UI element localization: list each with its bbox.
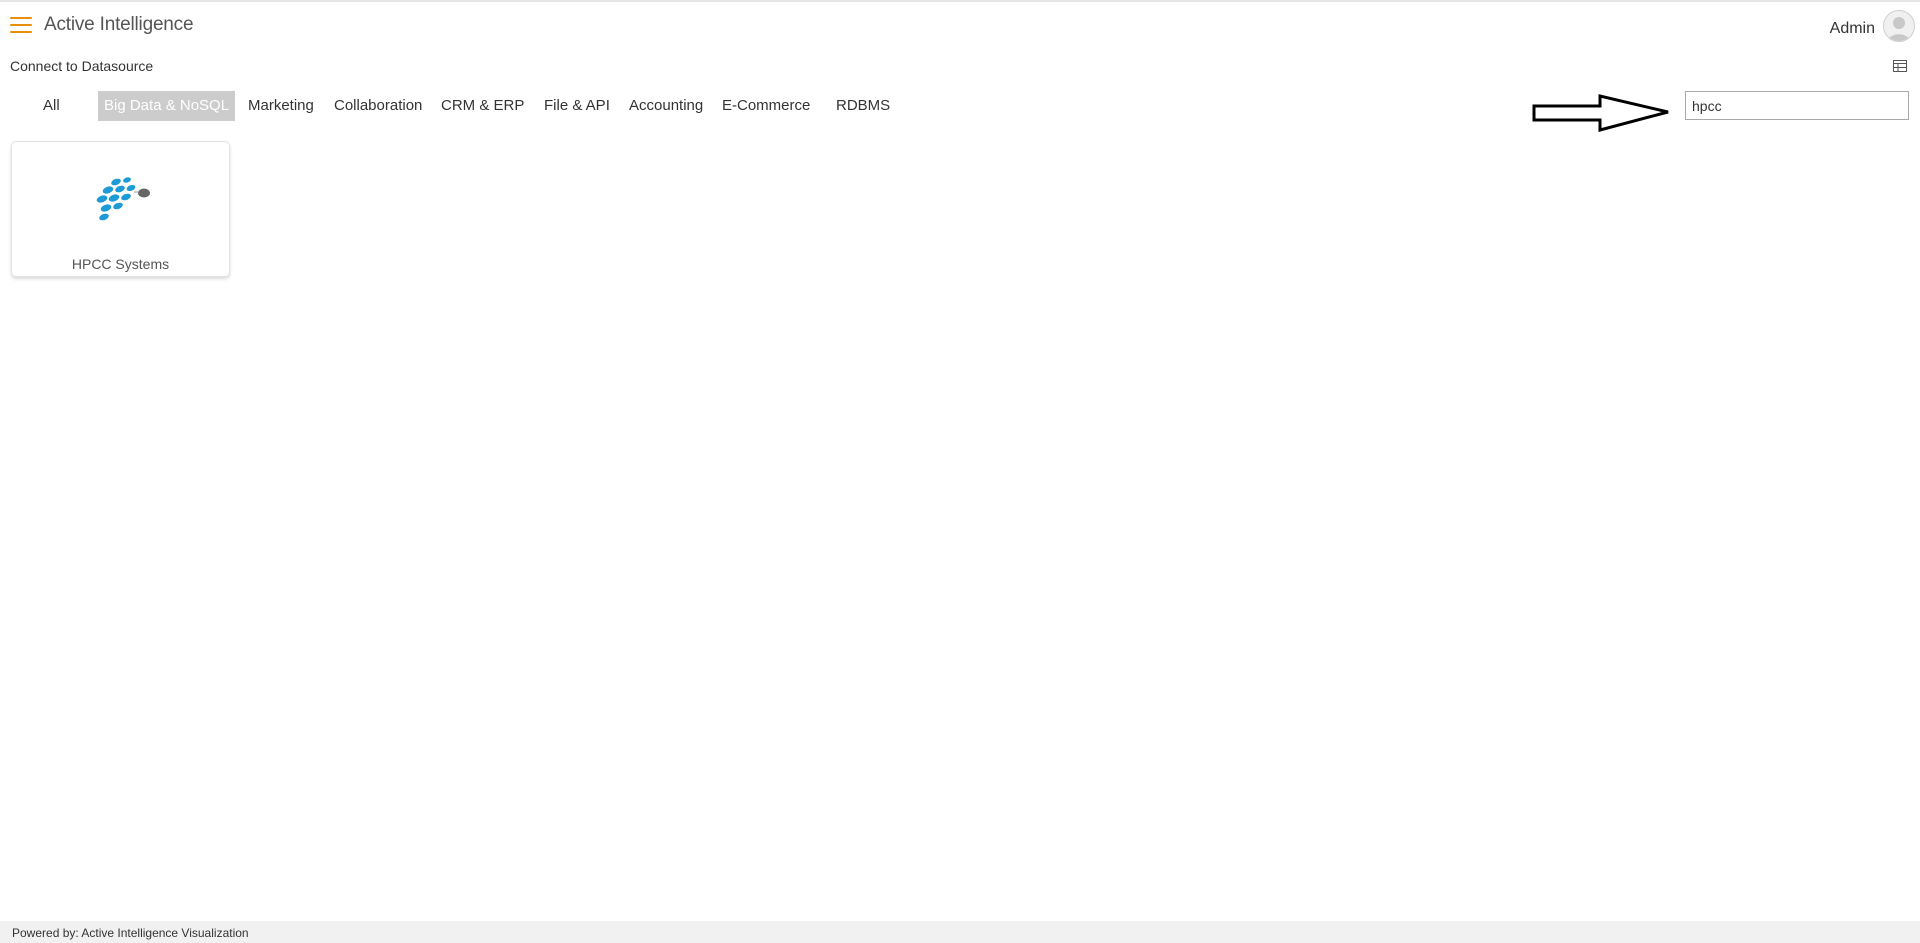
menu-icon-bar [10,31,32,33]
menu-icon-bar [10,17,32,19]
search-input[interactable] [1685,91,1909,120]
footer: Powered by: Active Intelligence Visualiz… [0,921,1920,943]
tab-e-commerce[interactable]: E-Commerce [716,91,816,121]
tab-marketing[interactable]: Marketing [242,91,320,121]
tab-big-data-nosql[interactable]: Big Data & NoSQL [98,91,236,121]
tab-rdbms[interactable]: RDBMS [830,91,896,121]
tab-all[interactable]: All [37,91,66,121]
tab-file-api[interactable]: File & API [538,91,616,121]
footer-text: Powered by: Active Intelligence Visualiz… [12,926,249,940]
menu-icon[interactable] [10,17,32,35]
datasource-card-label: HPCC Systems [71,256,170,272]
tab-crm-erp[interactable]: CRM & ERP [435,91,530,121]
tab-accounting[interactable]: Accounting [623,91,709,121]
page-title: Connect to Datasource [10,58,154,74]
datasource-card-hpcc-systems[interactable]: HPCC Systems [11,141,230,277]
tab-collaboration[interactable]: Collaboration [328,91,428,121]
app-title: Active Intelligence [44,14,194,35]
table-view-icon[interactable] [1892,58,1908,74]
menu-icon-bar [10,24,32,26]
arrow-right-icon [1532,92,1670,134]
app-window: Active Intelligence Admin Connect to Dat… [0,0,1920,943]
header: Active Intelligence Admin [0,2,1920,52]
avatar-icon[interactable] [1883,10,1915,42]
hpcc-systems-logo-icon [96,176,166,224]
user-name[interactable]: Admin [1830,20,1875,38]
